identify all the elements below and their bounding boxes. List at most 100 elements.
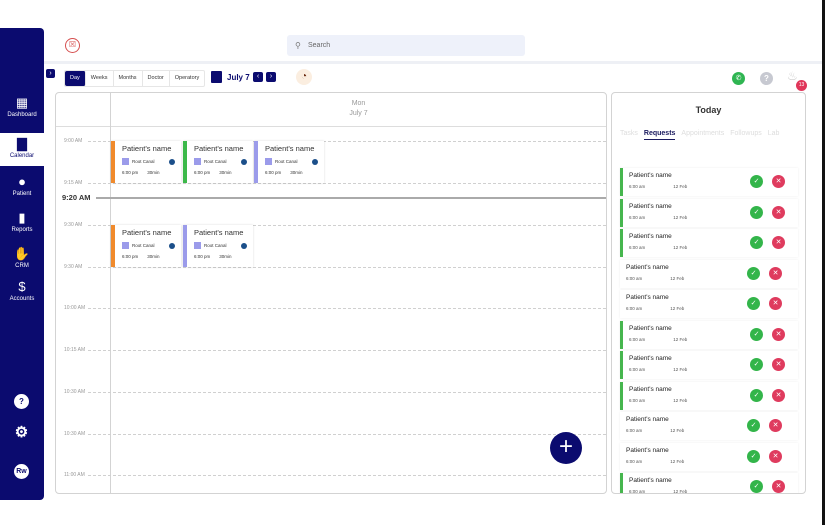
request-time: 6:00 am <box>626 275 643 281</box>
reject-x-icon[interactable]: ✕ <box>769 297 782 310</box>
procedure-color-icon <box>194 158 201 165</box>
expand-sidebar-button[interactable]: › <box>46 69 55 78</box>
sidebar-item-calendar[interactable]: ▇ Calendar <box>0 133 44 166</box>
reject-x-icon[interactable]: ✕ <box>772 327 785 341</box>
reject-x-icon[interactable]: ✕ <box>772 388 785 402</box>
request-item[interactable]: Patient's name 6:00 am 12 Feb ✓ ✕ <box>620 412 798 440</box>
next-date-button[interactable]: › <box>266 72 276 82</box>
request-item[interactable]: Patient's name 6:00 am 12 Feb ✓ ✕ <box>620 351 798 379</box>
appointment-duration: 30min <box>219 170 232 175</box>
help-icon[interactable]: ? <box>760 72 773 85</box>
request-item[interactable]: Patient's name 6:00 am 12 Feb ✓ ✕ <box>620 320 798 349</box>
sidebar-item-dashboard[interactable]: ▦ Dashboard <box>0 96 44 119</box>
accept-check-icon[interactable]: ✓ <box>750 236 763 249</box>
procedure: Root Canal <box>194 242 253 249</box>
request-time: 6:00 am <box>629 245 646 250</box>
appointment-time: 6:00 pm <box>194 254 211 259</box>
accept-check-icon[interactable]: ✓ <box>747 419 760 432</box>
whatsapp-icon[interactable]: ✆ <box>732 72 745 85</box>
calendar-icon: ▇ <box>17 136 27 151</box>
accept-check-icon[interactable]: ✓ <box>750 388 763 402</box>
view-operatory[interactable]: Operatory <box>170 71 204 86</box>
request-date: 12 Feb <box>673 336 688 342</box>
request-item[interactable]: Patient's name 6:00 am 12 Feb ✓ ✕ <box>620 442 798 471</box>
current-time-label: 9:20 AM <box>62 193 91 202</box>
accept-check-icon[interactable]: ✓ <box>750 480 763 493</box>
appointment-duration: 30min <box>147 170 160 175</box>
request-time: 6:00 am <box>626 306 643 311</box>
request-item[interactable]: Patient's name 6:00 am 12 Feb ✓ ✕ <box>620 168 798 196</box>
tab-lab[interactable]: Lab <box>768 130 780 140</box>
accept-check-icon[interactable]: ✓ <box>750 205 763 219</box>
calendar-picker-icon[interactable] <box>211 71 222 83</box>
accept-check-icon[interactable]: ✓ <box>747 449 760 463</box>
request-date: 12 Feb <box>673 184 688 189</box>
request-date: 12 Feb <box>670 458 685 464</box>
settings-icon[interactable]: ⚙ <box>14 425 29 440</box>
tab-requests[interactable]: Requests <box>643 130 676 140</box>
tab-followups[interactable]: Followups <box>730 130 762 140</box>
time-gridline <box>88 183 606 184</box>
request-time: 6:00 am <box>629 214 646 220</box>
request-time: 6:00 am <box>629 489 646 494</box>
accept-check-icon[interactable]: ✓ <box>750 358 763 371</box>
appointment-card[interactable]: Patient's name Root Canal 6:00 pm 30min <box>111 141 181 183</box>
request-item[interactable]: Patient's name 6:00 am 12 Feb ✓ ✕ <box>620 290 798 318</box>
tab-tasks[interactable]: Tasks <box>620 130 638 140</box>
reject-x-icon[interactable]: ✕ <box>772 480 785 493</box>
appointment-meta: 6:00 pm 30min <box>194 170 253 175</box>
doctor-avatar-icon <box>241 242 247 249</box>
view-day[interactable]: Day <box>65 71 86 86</box>
reject-x-icon[interactable]: ✕ <box>772 205 785 219</box>
view-weeks[interactable]: Weeks <box>86 71 114 86</box>
request-time: 6:00 am <box>629 336 646 342</box>
panel-tabs: Tasks Requests Appointments Followups Lab <box>620 130 779 140</box>
sidebar-item-crm[interactable]: ✋ CRM <box>0 247 44 270</box>
procedure-label: Root Canal <box>204 159 227 164</box>
accept-check-icon[interactable]: ✓ <box>747 266 760 280</box>
appointment-time: 6:00 pm <box>265 170 282 175</box>
help-button[interactable]: ? <box>14 394 29 409</box>
request-time: 6:00 am <box>629 367 646 372</box>
appointment-duration: 30min <box>290 170 303 175</box>
search-input[interactable]: ⚲ Search <box>287 35 525 56</box>
prev-date-button[interactable]: ‹ <box>253 72 263 82</box>
appointment-card[interactable]: Patient's name Root Canal 6:00 pm 30min <box>111 225 181 267</box>
request-item[interactable]: Patient's name 6:00 am 12 Feb ✓ ✕ <box>620 198 798 227</box>
view-months[interactable]: Months <box>114 71 143 86</box>
request-date: 12 Feb <box>670 428 685 433</box>
pie-chart-icon[interactable]: ◔ <box>296 69 312 85</box>
appointment-card[interactable]: Patient's name Root Canal 6:00 pm 30min <box>254 141 324 183</box>
accept-check-icon[interactable]: ✓ <box>747 297 760 310</box>
notification-badge: 13 <box>796 80 807 91</box>
request-item[interactable]: Patient's name 6:00 am 12 Feb ✓ ✕ <box>620 229 798 257</box>
reject-x-icon[interactable]: ✕ <box>772 175 785 188</box>
accept-check-icon[interactable]: ✓ <box>750 175 763 188</box>
request-item[interactable]: Patient's name 6:00 am 12 Feb ✓ ✕ <box>620 473 798 494</box>
reject-x-icon[interactable]: ✕ <box>769 419 782 432</box>
request-item[interactable]: Patient's name 6:00 am 12 Feb ✓ ✕ <box>620 381 798 410</box>
appointment-card[interactable]: Patient's name Root Canal 6:00 pm 30min <box>183 225 253 267</box>
procedure: Root Canal <box>194 158 253 165</box>
view-doctor[interactable]: Doctor <box>143 71 170 86</box>
reject-x-icon[interactable]: ✕ <box>772 236 785 249</box>
appointment-time: 6:00 pm <box>122 170 139 175</box>
avatar[interactable]: Rw <box>14 464 29 479</box>
procedure-label: Root Canal <box>132 159 155 164</box>
add-appointment-button[interactable]: + <box>550 432 582 464</box>
appointment-card[interactable]: Patient's name Root Canal 6:00 pm 30min <box>183 141 253 183</box>
sidebar-item-accounts[interactable]: $ Accounts <box>0 280 44 303</box>
time-label: 9:30 AM <box>64 222 83 228</box>
request-item[interactable]: Patient's name 6:00 am 12 Feb ✓ ✕ <box>620 259 798 288</box>
appointment-duration: 30min <box>147 254 160 259</box>
appointment-duration: 30min <box>219 254 232 259</box>
request-date: 12 Feb <box>673 214 688 220</box>
sidebar-item-patient[interactable]: ● Patient <box>0 175 44 198</box>
tab-appointments[interactable]: Appointments <box>681 130 724 140</box>
accept-check-icon[interactable]: ✓ <box>750 327 763 341</box>
reject-x-icon[interactable]: ✕ <box>769 266 782 280</box>
appointment-time: 6:00 pm <box>194 170 211 175</box>
reject-x-icon[interactable]: ✕ <box>772 358 785 371</box>
sidebar-item-reports[interactable]: ▮ Reports <box>0 211 44 234</box>
reject-x-icon[interactable]: ✕ <box>769 449 782 463</box>
